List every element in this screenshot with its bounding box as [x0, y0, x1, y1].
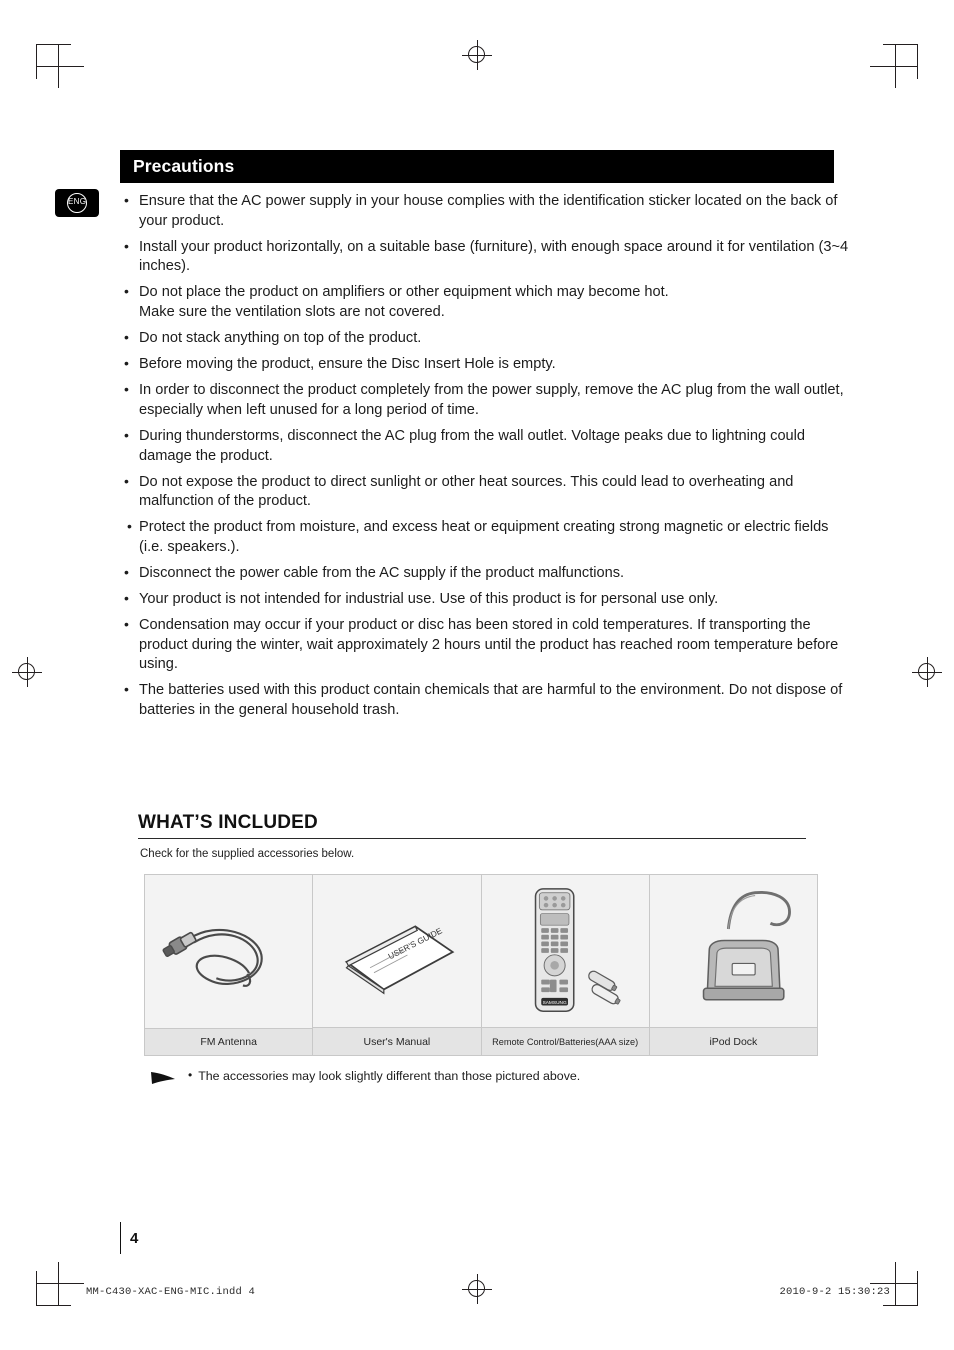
crop-mark-top-left [36, 44, 71, 79]
footer-timestamp: 2010-9-2 15:30:23 [779, 1286, 890, 1298]
note-text: The accessories may look slightly differ… [198, 1069, 581, 1083]
users-manual-illustration: USER'S GUIDE [313, 875, 481, 1028]
list-item: Ensure that the AC power supply in your … [120, 191, 850, 231]
accessory-cell-remote-control: SAMSUNG Remote Control/Batteries(AAA siz… [480, 874, 649, 1056]
registration-mark-top-icon [462, 40, 492, 70]
page-number: 4 [130, 1230, 139, 1247]
accessories-note: • The accessories may look slightly diff… [150, 1068, 810, 1086]
footer-file-name: MM-C430-XAC-ENG-MIC.indd 4 [86, 1286, 256, 1298]
list-item: Do not expose the product to direct sunl… [120, 472, 850, 512]
remote-control-icon: SAMSUNG [534, 888, 620, 1012]
accessory-label-fm-antenna: FM Antenna [145, 1028, 313, 1055]
registration-mark-left-icon [12, 657, 42, 687]
crop-mark-bottom-left-vertical [58, 1262, 59, 1306]
crop-mark-bottom-right-vertical [895, 1262, 896, 1306]
list-item: Disconnect the power cable from the AC s… [120, 563, 850, 584]
list-item: Before moving the product, ensure the Di… [120, 354, 850, 375]
precautions-list: Ensure that the AC power supply in your … [120, 191, 850, 727]
page-number-rule [120, 1222, 121, 1254]
accessory-label-remote-control: Remote Control/Batteries(AAA size) [481, 1027, 649, 1055]
section-header-bar: Precautions [120, 150, 834, 183]
list-item: During thunderstorms, disconnect the AC … [120, 426, 850, 466]
crop-mark-top-right-horizontal [870, 66, 918, 67]
whats-included-divider [138, 838, 806, 839]
registration-mark-bottom-icon [462, 1274, 492, 1304]
list-item: In order to disconnect the product compl… [120, 380, 850, 420]
note-bullet: • [188, 1068, 193, 1082]
whats-included-subtitle: Check for the supplied accessories below… [140, 848, 355, 860]
fm-antenna-illustration [145, 875, 313, 1029]
list-item: Condensation may occur if your product o… [120, 615, 850, 675]
list-item: The batteries used with this product con… [120, 680, 850, 720]
list-item: Install your product horizontally, on a … [120, 237, 850, 277]
accessories-table: FM Antenna USER'S GUIDE User's Manual SA… [144, 874, 818, 1056]
list-item: Do not stack anything on top of the prod… [120, 328, 850, 349]
crop-mark-top-right [883, 44, 918, 79]
accessory-label-users-manual: User's Manual [313, 1027, 481, 1055]
ipod-dock-icon [702, 890, 791, 1001]
whats-included-heading: WHAT’S INCLUDED [138, 812, 318, 833]
crop-mark-bottom-left [36, 1271, 71, 1306]
list-item: Your product is not intended for industr… [120, 589, 850, 610]
registration-mark-right-icon [912, 657, 942, 687]
remote-brand-text: SAMSUNG [542, 1000, 566, 1006]
accessory-cell-fm-antenna: FM Antenna [144, 874, 313, 1056]
note-arrow-icon [151, 1072, 175, 1084]
list-item: Do not place the product on amplifiers o… [120, 282, 850, 322]
remote-control-illustration: SAMSUNG [481, 875, 649, 1027]
crop-mark-bottom-left-horizontal [36, 1283, 84, 1284]
accessory-cell-ipod-dock: iPod Dock [648, 874, 818, 1056]
accessory-cell-users-manual: USER'S GUIDE User's Manual [312, 874, 481, 1056]
manual-book-icon: USER'S GUIDE [345, 925, 455, 995]
page-title: Precautions [133, 156, 235, 176]
list-item: Protect the product from moisture, and e… [120, 517, 850, 557]
crop-mark-bottom-right-horizontal [870, 1283, 918, 1284]
document-page: ENG Precautions Ensure that the AC power… [0, 0, 954, 1350]
language-tab: ENG [55, 189, 99, 217]
accessory-label-ipod-dock: iPod Dock [649, 1027, 817, 1055]
language-tab-label: ENG [67, 193, 87, 213]
crop-mark-top-left-horizontal [36, 66, 84, 67]
ipod-dock-illustration [649, 875, 817, 1027]
fm-antenna-icon [162, 928, 263, 987]
